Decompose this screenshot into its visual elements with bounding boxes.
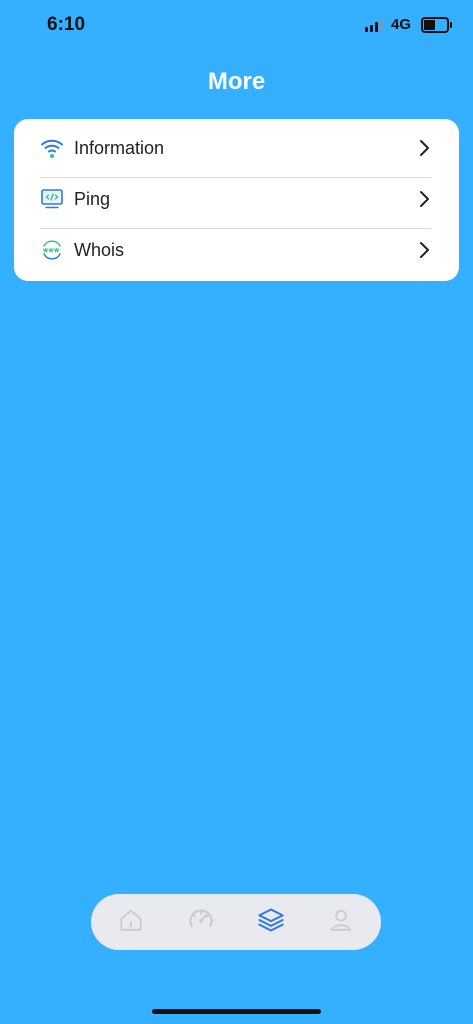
menu-item-label: Ping [74, 188, 111, 209]
battery-icon [421, 16, 452, 33]
menu-card: Information Ping Whois [14, 119, 459, 281]
page-title: More [207, 68, 266, 95]
menu-item-ping[interactable]: Ping [40, 174, 431, 224]
menu-item-information[interactable]: Information [40, 123, 431, 173]
wifi-icon [40, 136, 64, 160]
menu-item-label: Information [74, 137, 165, 158]
tab-speed-test[interactable] [185, 906, 217, 938]
chevron-right-icon [417, 138, 431, 158]
tab-profile[interactable] [325, 906, 357, 938]
menu-item-label: Whois [74, 239, 125, 260]
chevron-right-icon [417, 189, 431, 209]
chevron-right-icon [417, 240, 431, 260]
battery-level [424, 19, 435, 30]
status-bar: 6:10 4G [0, 0, 473, 50]
code-monitor-icon [40, 187, 64, 211]
speedometer-icon [187, 906, 215, 939]
tab-more[interactable] [255, 906, 287, 938]
menu-item-whois[interactable]: Whois [40, 225, 431, 275]
network-type: 4G [390, 16, 411, 33]
tab-home[interactable] [115, 906, 147, 938]
home-icon [118, 907, 144, 938]
layers-icon [257, 906, 285, 939]
www-globe-icon [40, 238, 64, 262]
home-indicator [152, 1009, 321, 1014]
cellular-signal-icon [364, 18, 383, 32]
status-indicators: 4G [364, 16, 452, 33]
bottom-tab-bar [91, 894, 381, 950]
status-time: 6:10 [47, 14, 86, 35]
user-icon [328, 907, 354, 938]
